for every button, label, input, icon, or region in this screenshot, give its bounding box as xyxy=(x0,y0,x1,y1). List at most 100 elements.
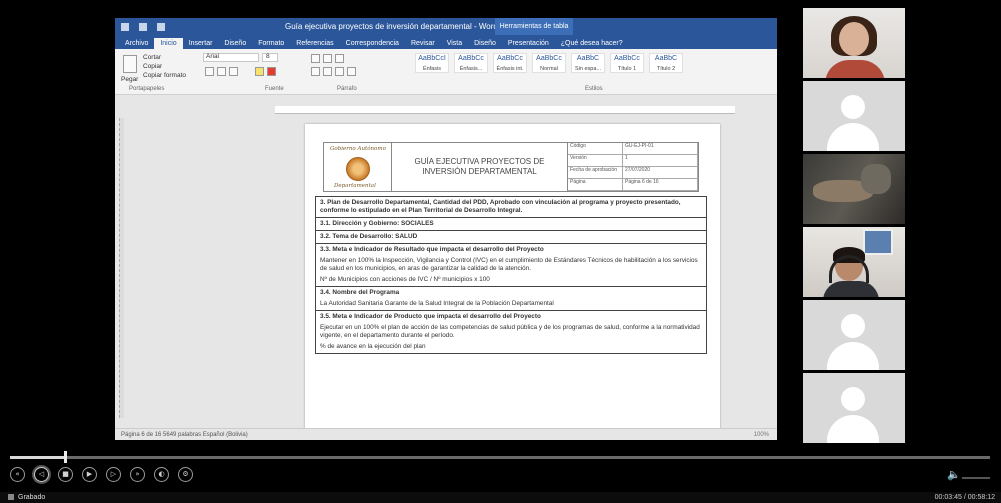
cut-button[interactable]: Cortar xyxy=(143,54,161,61)
paste-label[interactable]: Pegar xyxy=(121,76,138,83)
bullets-icon[interactable] xyxy=(311,54,320,63)
style-3[interactable]: AaBbCc Normal xyxy=(532,53,566,73)
stop-icon[interactable]: ■ xyxy=(58,467,73,482)
window-title: Guía ejecutiva proyectos de inversión de… xyxy=(285,22,498,31)
tab-5[interactable]: Referencias xyxy=(290,38,339,49)
vertical-ruler[interactable] xyxy=(119,118,124,418)
style-name: Título 1 xyxy=(617,66,637,72)
contextual-tab-label: Herramientas de tabla xyxy=(495,18,573,35)
align-left-icon[interactable] xyxy=(311,67,320,76)
settings-icon[interactable]: ⚙ xyxy=(178,467,193,482)
format-painter-button[interactable]: Copiar formato xyxy=(143,72,186,79)
justify-icon[interactable] xyxy=(347,67,356,76)
participant-video-1[interactable] xyxy=(803,8,905,78)
participant-shirt xyxy=(825,60,885,78)
recording-bar: Grabado 00:03:45 / 00:58:12 xyxy=(0,492,1001,503)
seek-bar[interactable] xyxy=(10,451,990,463)
statusbar-info: Página 6 de 16 5649 palabras Español (Bo… xyxy=(121,432,248,438)
style-0[interactable]: AaBbCcI Énfasis xyxy=(415,53,449,73)
participant-placeholder-2[interactable] xyxy=(803,81,905,151)
document-section: 3.3. Meta e Indicador de Resultado que i… xyxy=(315,244,707,287)
volume-icon[interactable]: 🔈 xyxy=(947,468,961,481)
style-6[interactable]: AaBbC Título 2 xyxy=(649,53,683,73)
participant-placeholder-5[interactable] xyxy=(803,300,905,370)
zoom-level[interactable]: 100% xyxy=(754,429,769,440)
section-text: % de avance en la ejecución del plan xyxy=(320,343,426,350)
avatar-body-icon xyxy=(827,342,879,370)
word-titlebar: Guía ejecutiva proyectos de inversión de… xyxy=(115,18,777,35)
copy-button[interactable]: Copiar xyxy=(143,63,162,70)
document-header-table: Gobierno Autónomo Departamental GUÍA EJE… xyxy=(323,142,699,192)
tab-9[interactable]: Diseño xyxy=(468,38,502,49)
style-sample: AaBbC xyxy=(654,55,678,62)
tab-3[interactable]: Diseño xyxy=(218,38,252,49)
style-5[interactable]: AaBbCc Título 1 xyxy=(610,53,644,73)
horizontal-ruler[interactable] xyxy=(275,106,735,114)
avatar-body-icon xyxy=(827,123,879,151)
style-name: Énfasis... xyxy=(459,66,483,72)
slow-icon[interactable]: ◐ xyxy=(154,467,169,482)
tab-10[interactable]: Presentación xyxy=(502,38,555,49)
numbering-icon[interactable] xyxy=(323,54,332,63)
italic-icon[interactable] xyxy=(217,67,226,76)
align-center-icon[interactable] xyxy=(323,67,332,76)
style-name: Énfasis int. xyxy=(496,66,524,72)
highlight-icon[interactable] xyxy=(255,67,264,76)
font-size-combo[interactable] xyxy=(262,53,278,62)
previous-icon[interactable]: ◁ xyxy=(34,467,49,482)
font-name-value: Arial xyxy=(206,53,220,60)
tab-6[interactable]: Correspondencia xyxy=(340,38,405,49)
shared-screen-word-window: Guía ejecutiva proyectos de inversión de… xyxy=(115,18,777,440)
fast-forward-icon[interactable]: » xyxy=(130,467,145,482)
bold-icon[interactable] xyxy=(205,67,214,76)
tab-1[interactable]: Inicio xyxy=(154,38,183,49)
tab-4[interactable]: Formato xyxy=(252,38,290,49)
recording-label: Grabado xyxy=(8,492,45,503)
multilevel-list-icon[interactable] xyxy=(335,54,344,63)
style-sample: AaBbCc xyxy=(458,55,484,62)
style-4[interactable]: AaBbC Sin espa... xyxy=(571,53,605,73)
playback-time: 00:03:45 / 00:58:12 xyxy=(934,494,995,501)
document-section: 3.1. Dirección y Gobierno: SOCIALES xyxy=(315,218,707,231)
avatar-icon xyxy=(841,95,865,119)
tab-8[interactable]: Vista xyxy=(441,38,468,49)
avatar-icon xyxy=(841,387,865,411)
meta-key: Código xyxy=(568,143,623,155)
meta-value: 1 xyxy=(623,155,698,167)
document-section: 3.2. Tema de Desarrollo: SALUD xyxy=(315,231,707,244)
meta-value: GU-EJ-PI-01 xyxy=(623,143,698,155)
style-sample: AaBbCc xyxy=(536,55,562,62)
style-sample: AaBbCc xyxy=(497,55,523,62)
redo-icon[interactable] xyxy=(157,22,165,31)
participant-video-4[interactable] xyxy=(803,227,905,297)
save-icon[interactable] xyxy=(121,22,129,31)
font-color-icon[interactable] xyxy=(267,67,276,76)
style-name: Énfasis xyxy=(422,66,442,72)
participant-video-3[interactable] xyxy=(803,154,905,224)
style-sample: AaBbC xyxy=(576,55,600,62)
rewind-icon[interactable]: « xyxy=(10,467,25,482)
seek-handle[interactable] xyxy=(63,451,67,463)
paste-icon[interactable] xyxy=(123,55,137,73)
play-icon[interactable]: ▶ xyxy=(82,467,97,482)
align-right-icon[interactable] xyxy=(335,67,344,76)
tab-2[interactable]: Insertar xyxy=(183,38,219,49)
styles-group-label: Estilos xyxy=(585,86,603,92)
section-heading: 3. Plan de Desarrollo Departamental, Can… xyxy=(320,199,681,214)
participant-shirt xyxy=(823,281,879,297)
undo-icon[interactable] xyxy=(139,22,147,31)
meta-value: Página 6 de 16 xyxy=(623,179,698,191)
tab-0[interactable]: Archivo xyxy=(119,38,154,49)
underline-icon[interactable] xyxy=(229,67,238,76)
volume-slider[interactable] xyxy=(962,477,990,479)
font-group-label: Fuente xyxy=(265,86,284,92)
next-icon[interactable]: ▷ xyxy=(106,467,121,482)
style-2[interactable]: AaBbCc Énfasis int. xyxy=(493,53,527,73)
participant-placeholder-6[interactable] xyxy=(803,373,905,443)
style-1[interactable]: AaBbCc Énfasis... xyxy=(454,53,488,73)
document-page[interactable]: Gobierno Autónomo Departamental GUÍA EJE… xyxy=(305,124,720,429)
tab-7[interactable]: Revisar xyxy=(405,38,441,49)
seal-icon xyxy=(346,157,370,181)
meta-value: 27/07/2020 xyxy=(623,167,698,179)
tab-11[interactable]: ¿Qué desea hacer? xyxy=(555,38,629,49)
